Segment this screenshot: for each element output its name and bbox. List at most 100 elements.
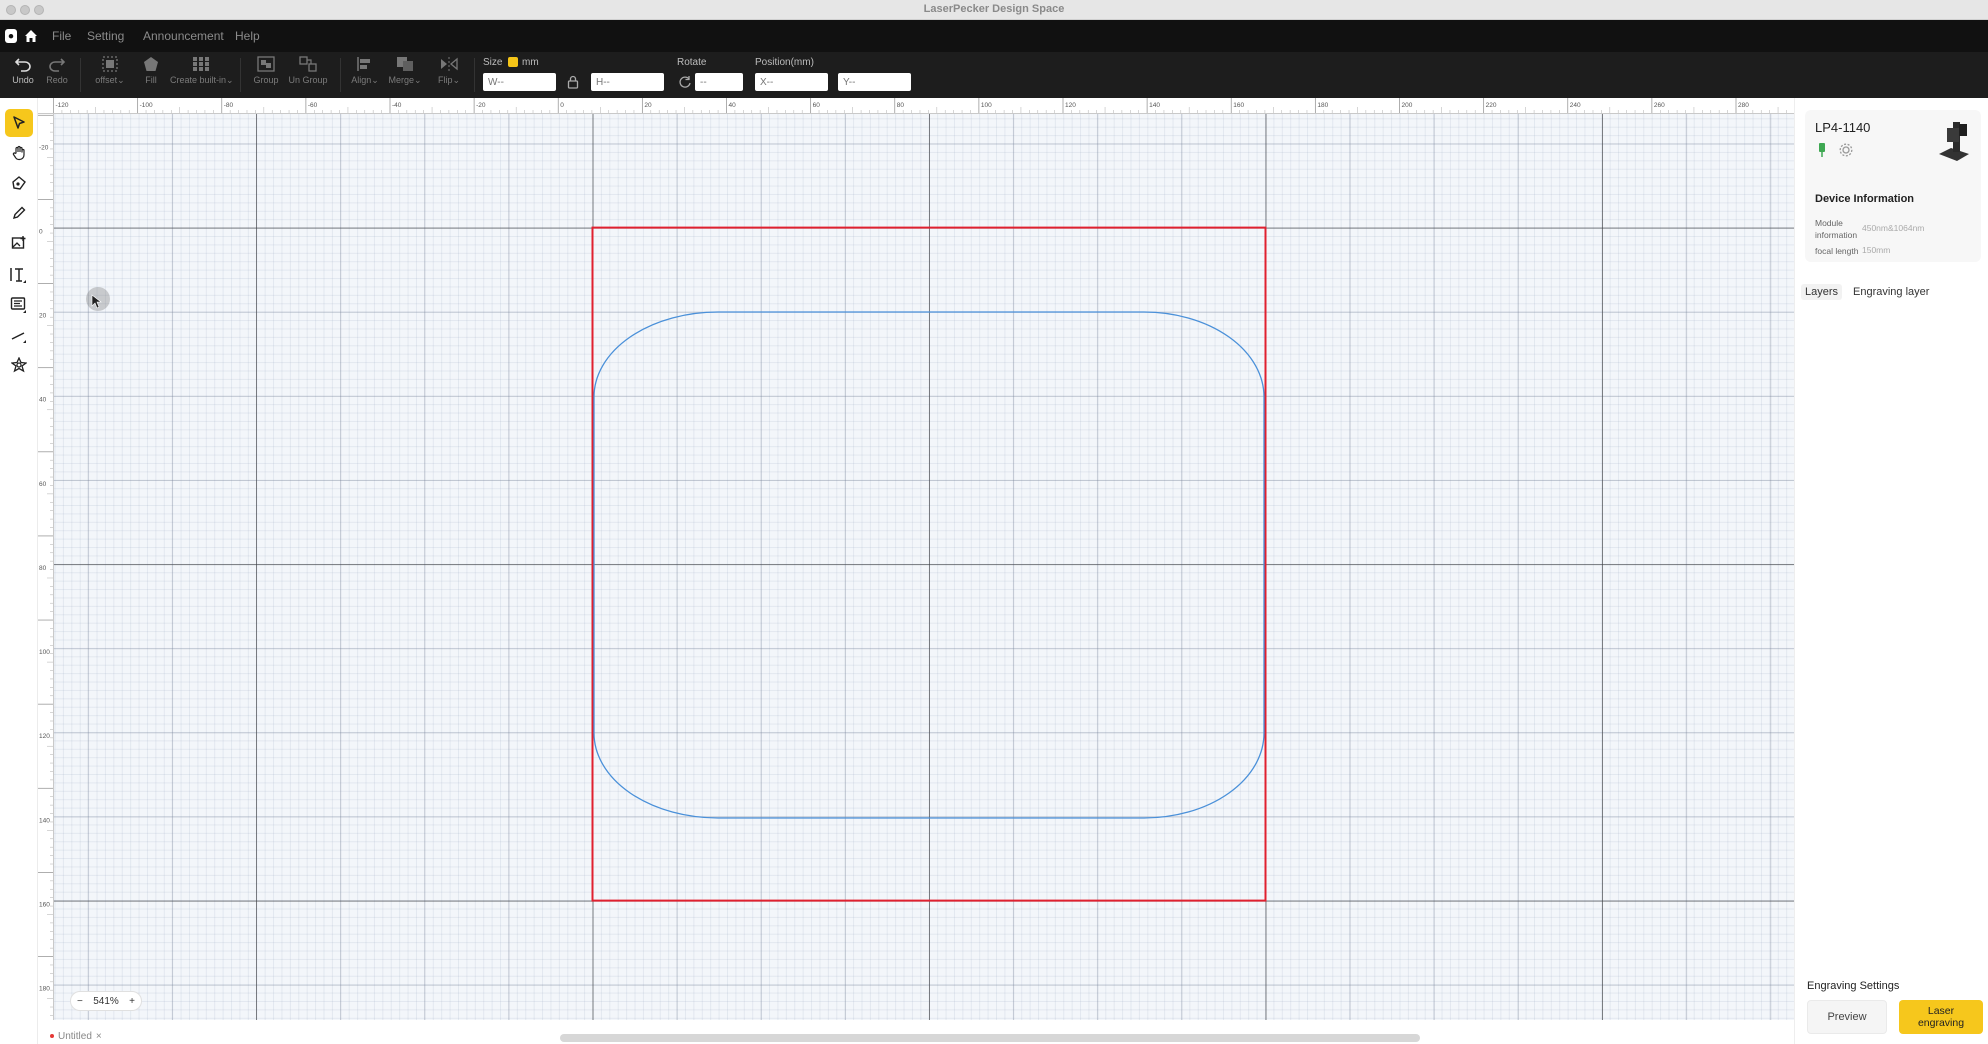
zoom-out-button[interactable]: − [77,996,83,1007]
ruler-label: 60 [39,481,47,488]
select-tool-button[interactable] [5,109,33,137]
undo-label: Undo [12,75,34,85]
undo-icon [14,58,31,72]
vertical-ruler-ticks: -20 0 20 40 60 80 100 120 140 160 180 [38,114,53,1016]
unit-checkbox[interactable] [508,57,518,67]
image-icon [11,236,26,249]
toolbar-divider [340,58,341,92]
merge-button[interactable]: Merge⌄ [386,56,424,86]
document-tab[interactable]: Untitled × [50,1028,102,1044]
tool-strip [0,98,38,1044]
rounded-rectangle-shape[interactable] [593,311,1265,819]
ruler-label: -60 [308,102,318,109]
ruler-label: 100 [981,102,992,109]
design-canvas[interactable] [54,114,1794,1020]
ruler-label: 20 [39,313,47,320]
lock-icon[interactable] [567,75,579,89]
ungroup-button[interactable]: Un Group [286,56,330,85]
settings-gear-icon[interactable] [1839,143,1853,157]
home-icon[interactable] [23,28,39,44]
redo-button[interactable]: Redo [44,56,70,85]
ruler-label: -40 [392,102,402,109]
tab-layers[interactable]: Layers [1801,284,1843,300]
text-tool-button[interactable] [5,261,33,289]
hand-tool-button[interactable] [5,139,33,167]
ruler-label: -20 [39,144,49,151]
horizontal-scrollbar[interactable] [560,1034,1420,1042]
pen-tool-button[interactable] [5,169,33,197]
text-icon [10,268,26,283]
fill-button[interactable]: Fill [138,56,164,85]
align-icon [357,57,370,71]
barcode-tool-button[interactable] [5,291,33,319]
menu-file[interactable]: File [52,29,71,43]
ruler-label: 180 [39,986,50,993]
device-info-title: Device Information [1815,193,1915,205]
focal-length-value: 150mm [1862,245,1891,255]
align-label: Align [351,75,372,85]
undo-button[interactable]: Undo [10,56,36,85]
merge-icon [397,57,413,71]
rotate-input[interactable] [695,73,743,91]
menu-bar: ⏺ File Setting Announcement Help [0,20,1988,52]
ruler-label: 20 [644,102,652,109]
zoom-in-button[interactable]: + [129,996,135,1007]
module-info-label: Module information [1815,218,1858,240]
ruler-label: 140 [39,817,50,824]
zoom-level: 541% [93,995,119,1007]
merge-label: Merge [388,75,414,85]
toolbar: Undo Redo offset⌄ Fill Create built-in⌄ … [0,52,1988,98]
title-bar: LaserPecker Design Space [0,0,1988,20]
offset-icon [102,56,118,72]
offset-button[interactable]: offset⌄ [88,56,132,86]
ruler-label: 40 [729,102,737,109]
hand-icon [12,145,25,161]
ruler-label: 180 [1317,102,1328,109]
width-input[interactable] [483,73,556,91]
horizontal-ruler-ticks: -120 -100 -80 -60 -40 -20 0 20 40 60 80 100 120 140 16… [53,98,1787,113]
group-button[interactable]: Group [252,56,280,85]
size-label: Size [483,57,503,68]
create-built-in-button[interactable]: Create built-in⌄ [170,56,234,86]
barcode-icon [10,297,26,313]
tab-engraving-layer[interactable]: Engraving layer [1849,284,1933,300]
menu-announcement[interactable]: Announcement [143,29,224,43]
engraving-settings-title: Engraving Settings [1807,980,1900,992]
zoom-control: − 541% + [70,991,142,1011]
ruler-label: 120 [1065,102,1076,109]
flip-button[interactable]: Flip⌄ [432,56,466,86]
position-label: Position(mm) [755,57,814,68]
work-area-boundary [591,226,1267,902]
window-title: LaserPecker Design Space [923,3,1065,15]
ruler-label: 140 [1149,102,1160,109]
document-tab-name: Untitled [58,1030,92,1042]
line-tool-button[interactable] [5,321,33,349]
menu-help[interactable]: Help [235,29,260,43]
close-tab-button[interactable]: × [96,1031,102,1042]
toolbar-divider [474,58,475,92]
rotate-icon [679,76,691,88]
line-icon [11,332,26,343]
ruler-label: 260 [1654,102,1665,109]
y-position-input[interactable] [838,73,911,91]
laser-engraving-button[interactable]: Laser engraving [1899,1000,1983,1034]
menu-setting[interactable]: Setting [87,29,124,43]
ruler-label: 0 [39,228,43,235]
pencil-icon [12,206,26,220]
image-tool-button[interactable] [5,229,33,257]
ruler-label: -120 [56,102,69,109]
preview-button[interactable]: Preview [1807,1000,1887,1034]
device-card: LP4-1140 Device Information Module infor… [1805,110,1981,262]
pencil-tool-button[interactable] [5,199,33,227]
toolbar-divider [240,58,241,92]
height-input[interactable] [591,73,664,91]
flip-icon [441,57,458,71]
ruler-label: 40 [39,397,47,404]
align-button[interactable]: Align⌄ [348,56,382,86]
x-position-input[interactable] [755,73,828,91]
unit-label: mm [522,57,539,68]
right-panel: LP4-1140 Device Information Module infor… [1794,98,1988,1044]
ruler-label: 80 [897,102,905,109]
device-name: LP4-1140 [1815,120,1871,135]
shape-tool-button[interactable] [5,351,33,379]
